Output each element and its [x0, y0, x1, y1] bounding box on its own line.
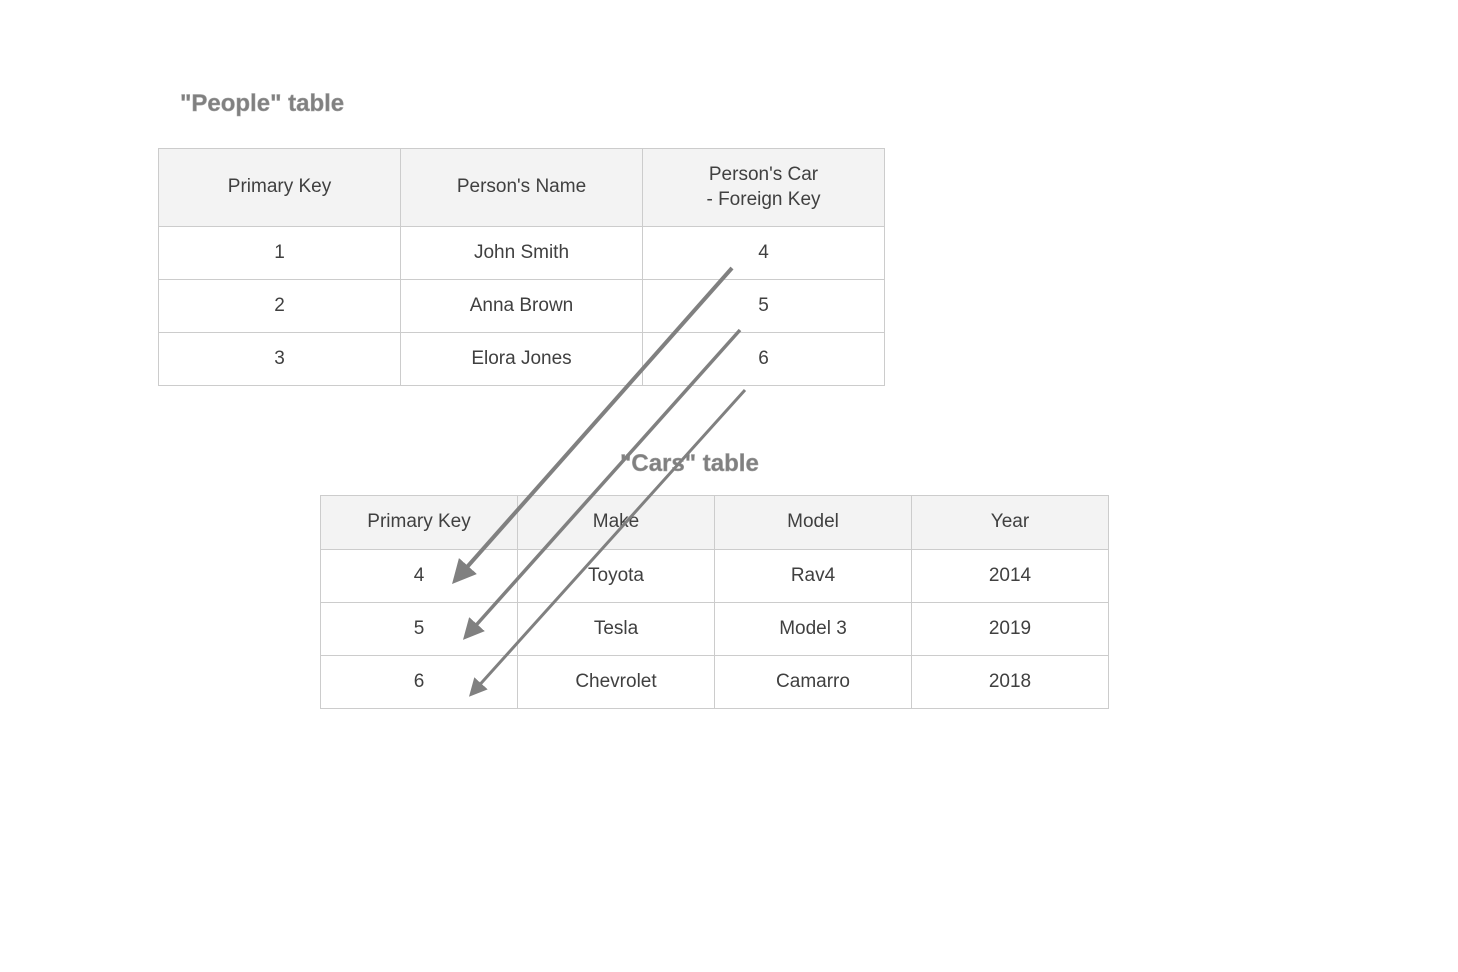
cars-cell-model: Model 3 — [715, 602, 912, 655]
people-cell-name: John Smith — [401, 227, 643, 280]
cars-cell-model: Rav4 — [715, 549, 912, 602]
table-row: 5 Tesla Model 3 2019 — [321, 602, 1109, 655]
fk-diagram: "People" table Primary Key Person's Name… — [0, 0, 1458, 972]
cars-header-model: Model — [715, 496, 912, 550]
cars-cell-model: Camarro — [715, 655, 912, 708]
foreign-key-arrows-icon — [0, 0, 1458, 972]
cars-cell-year: 2018 — [912, 655, 1109, 708]
cars-header-row: Primary Key Make Model Year — [321, 496, 1109, 550]
people-cell-pk: 3 — [159, 333, 401, 386]
people-table-title: "People" table — [180, 90, 344, 118]
cars-header-pk: Primary Key — [321, 496, 518, 550]
table-row: 1 John Smith 4 — [159, 227, 885, 280]
people-cell-carfk: 5 — [643, 280, 885, 333]
cars-cell-make: Toyota — [518, 549, 715, 602]
cars-cell-year: 2019 — [912, 602, 1109, 655]
people-cell-carfk: 4 — [643, 227, 885, 280]
people-header-name: Person's Name — [401, 149, 643, 227]
cars-table-title: "Cars" table — [620, 450, 759, 478]
people-cell-name: Anna Brown — [401, 280, 643, 333]
cars-table: Primary Key Make Model Year 4 Toyota Rav… — [320, 495, 1109, 709]
cars-cell-pk: 6 — [321, 655, 518, 708]
cars-cell-pk: 5 — [321, 602, 518, 655]
table-row: 4 Toyota Rav4 2014 — [321, 549, 1109, 602]
cars-cell-pk: 4 — [321, 549, 518, 602]
people-cell-name: Elora Jones — [401, 333, 643, 386]
table-row: 3 Elora Jones 6 — [159, 333, 885, 386]
cars-header-year: Year — [912, 496, 1109, 550]
people-cell-carfk: 6 — [643, 333, 885, 386]
people-header-pk: Primary Key — [159, 149, 401, 227]
cars-cell-make: Tesla — [518, 602, 715, 655]
people-header-row: Primary Key Person's Name Person's Car- … — [159, 149, 885, 227]
cars-cell-year: 2014 — [912, 549, 1109, 602]
people-table: Primary Key Person's Name Person's Car- … — [158, 148, 885, 386]
people-header-carfk: Person's Car- Foreign Key — [643, 149, 885, 227]
people-cell-pk: 1 — [159, 227, 401, 280]
cars-header-make: Make — [518, 496, 715, 550]
table-row: 2 Anna Brown 5 — [159, 280, 885, 333]
table-row: 6 Chevrolet Camarro 2018 — [321, 655, 1109, 708]
cars-cell-make: Chevrolet — [518, 655, 715, 708]
people-cell-pk: 2 — [159, 280, 401, 333]
